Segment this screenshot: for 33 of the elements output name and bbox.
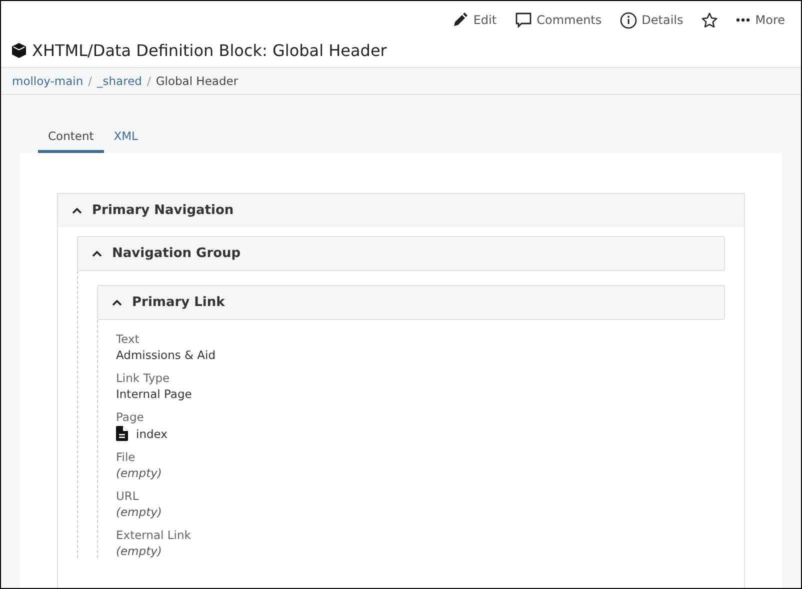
field-value: (empty) (116, 466, 163, 480)
field-label: Text (116, 332, 140, 346)
field-value: Admissions & Aid (116, 348, 216, 362)
comments-button[interactable]: Comments (514, 12, 602, 28)
group-header[interactable]: Primary Link (98, 286, 724, 319)
field-value: (empty) (116, 544, 163, 558)
field-label: Page (116, 410, 145, 424)
tab[interactable]: XML (104, 129, 148, 153)
field-label: File (116, 450, 136, 464)
group-header[interactable]: Navigation Group (78, 237, 724, 270)
field-label: External Link (116, 528, 192, 542)
field-value: Internal Page (116, 387, 193, 401)
breadcrumb-separator: / (146, 74, 151, 88)
field-label: Link Type (116, 371, 171, 385)
document-icon (116, 426, 128, 441)
details-button[interactable]: Details (620, 12, 684, 28)
page-title: XHTML/Data Definition Block: Global Header (32, 41, 387, 60)
star-button[interactable] (701, 12, 718, 28)
speech-bubble-icon (514, 12, 532, 28)
more-button[interactable]: More (736, 13, 785, 27)
field-value: (empty) (116, 505, 163, 519)
page-link[interactable]: index (136, 426, 168, 440)
info-icon (620, 12, 637, 28)
more-icon (736, 18, 750, 22)
cube-icon (12, 43, 26, 58)
breadcrumb-link[interactable]: _shared (97, 74, 142, 88)
pencil-icon (452, 12, 468, 28)
breadcrumb-link[interactable]: molloy-main (12, 74, 84, 88)
edit-button[interactable]: Edit (452, 12, 497, 28)
section-header[interactable]: Primary Navigation (58, 194, 744, 227)
breadcrumb-separator: / (88, 74, 92, 88)
star-icon (701, 12, 718, 28)
field-label: URL (116, 489, 140, 503)
